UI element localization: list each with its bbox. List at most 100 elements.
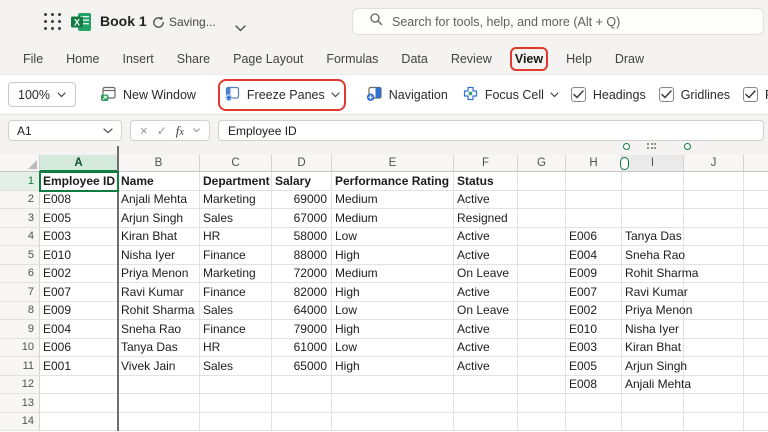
column-header-I[interactable]: I [622, 155, 684, 172]
tab-formulas[interactable]: Formulas [326, 52, 378, 66]
column-header-F[interactable]: F [454, 155, 518, 172]
cell-I9[interactable]: Nisha Iyer [622, 320, 684, 339]
cell-I14[interactable] [622, 413, 684, 432]
column-drag-handle-icon[interactable] [647, 143, 656, 149]
cell-G5[interactable] [518, 246, 566, 265]
cell-J10[interactable] [684, 339, 744, 358]
cell-C9[interactable]: Finance [200, 320, 272, 339]
cell-G6[interactable] [518, 265, 566, 284]
cell-C11[interactable]: Sales [200, 357, 272, 376]
cell-G3[interactable] [518, 209, 566, 228]
tab-page-layout[interactable]: Page Layout [233, 52, 303, 66]
cell-D4[interactable]: 58000 [272, 228, 332, 247]
headings-checkbox-box[interactable] [571, 87, 586, 102]
formula-input[interactable]: Employee ID [218, 120, 764, 141]
cell-J5[interactable] [684, 246, 744, 265]
cell-partial-13[interactable] [744, 394, 768, 413]
cell-G2[interactable] [518, 191, 566, 210]
enter-check-icon[interactable]: ✓ [157, 125, 167, 137]
cell-I5[interactable]: Sneha Rao [622, 246, 684, 265]
tab-insert[interactable]: Insert [123, 52, 154, 66]
cell-partial-8[interactable] [744, 302, 768, 321]
app-launcher-waffle-icon[interactable] [44, 13, 62, 31]
cell-G4[interactable] [518, 228, 566, 247]
cell-H4[interactable]: E006 [566, 228, 622, 247]
cell-partial-9[interactable] [744, 320, 768, 339]
cell-A12[interactable] [40, 376, 118, 395]
cell-D11[interactable]: 65000 [272, 357, 332, 376]
cell-partial-3[interactable] [744, 209, 768, 228]
cell-F2[interactable]: Active [454, 191, 518, 210]
tab-file[interactable]: File [23, 52, 43, 66]
cell-H5[interactable]: E004 [566, 246, 622, 265]
title-chevron-down-icon[interactable] [235, 19, 246, 37]
cell-A10[interactable]: E006 [40, 339, 118, 358]
checkbox-formul[interactable]: Formul [743, 87, 768, 102]
cell-E14[interactable] [332, 413, 454, 432]
cell-partial-7[interactable] [744, 283, 768, 302]
row-header-2[interactable]: 2 [0, 191, 40, 210]
cell-D8[interactable]: 64000 [272, 302, 332, 321]
cell-J11[interactable] [684, 357, 744, 376]
column-header-B[interactable]: B [118, 155, 200, 172]
cell-D6[interactable]: 72000 [272, 265, 332, 284]
cell-B11[interactable]: Vivek Jain [118, 357, 200, 376]
cell-I13[interactable] [622, 394, 684, 413]
cell-J12[interactable] [684, 376, 744, 395]
row-header-7[interactable]: 7 [0, 283, 40, 302]
cell-C2[interactable]: Marketing [200, 191, 272, 210]
cell-E10[interactable]: Low [332, 339, 454, 358]
cell-J14[interactable] [684, 413, 744, 432]
cell-D7[interactable]: 82000 [272, 283, 332, 302]
cell-G11[interactable] [518, 357, 566, 376]
cell-H9[interactable]: E010 [566, 320, 622, 339]
column-header-E[interactable]: E [332, 155, 454, 172]
cell-H10[interactable]: E003 [566, 339, 622, 358]
cell-F9[interactable]: Active [454, 320, 518, 339]
cell-H7[interactable]: E007 [566, 283, 622, 302]
tab-draw[interactable]: Draw [615, 52, 644, 66]
column-header-J[interactable]: J [684, 155, 744, 172]
cell-A5[interactable]: E010 [40, 246, 118, 265]
cell-B10[interactable]: Tanya Das [118, 339, 200, 358]
cell-partial-12[interactable] [744, 376, 768, 395]
cell-A1[interactable]: Employee ID [40, 172, 118, 191]
formul-checkbox-box[interactable] [743, 87, 758, 102]
cell-C5[interactable]: Finance [200, 246, 272, 265]
cell-I1[interactable] [622, 172, 684, 191]
cell-J1[interactable] [684, 172, 744, 191]
cell-J2[interactable] [684, 191, 744, 210]
tab-share[interactable]: Share [177, 52, 210, 66]
cell-A3[interactable]: E005 [40, 209, 118, 228]
cell-B9[interactable]: Sneha Rao [118, 320, 200, 339]
cell-G13[interactable] [518, 394, 566, 413]
navigation-button[interactable]: Navigation [366, 85, 448, 105]
cell-F12[interactable] [454, 376, 518, 395]
tab-review[interactable]: Review [451, 52, 492, 66]
search-input[interactable] [392, 15, 722, 29]
freeze-pane-divider[interactable] [117, 146, 119, 431]
cell-D3[interactable]: 67000 [272, 209, 332, 228]
cell-A7[interactable]: E007 [40, 283, 118, 302]
cell-I11[interactable]: Arjun Singh [622, 357, 684, 376]
cell-H6[interactable]: E009 [566, 265, 622, 284]
zoom-level-dropdown[interactable]: 100% [8, 82, 76, 107]
cell-F10[interactable]: Active [454, 339, 518, 358]
cell-E8[interactable]: Low [332, 302, 454, 321]
cell-J7[interactable] [684, 283, 744, 302]
cell-C1[interactable]: Department [200, 172, 272, 191]
cell-J8[interactable] [684, 302, 744, 321]
checkbox-headings[interactable]: Headings [571, 87, 646, 102]
row-header-9[interactable]: 9 [0, 320, 40, 339]
cell-A9[interactable]: E004 [40, 320, 118, 339]
cell-partial-4[interactable] [744, 228, 768, 247]
cell-partial-10[interactable] [744, 339, 768, 358]
row-header-11[interactable]: 11 [0, 357, 40, 376]
cell-I4[interactable]: Tanya Das [622, 228, 684, 247]
cell-F14[interactable] [454, 413, 518, 432]
cell-J13[interactable] [684, 394, 744, 413]
cell-I8[interactable]: Priya Menon [622, 302, 684, 321]
cell-G7[interactable] [518, 283, 566, 302]
cell-B7[interactable]: Ravi Kumar [118, 283, 200, 302]
tab-home[interactable]: Home [66, 52, 99, 66]
